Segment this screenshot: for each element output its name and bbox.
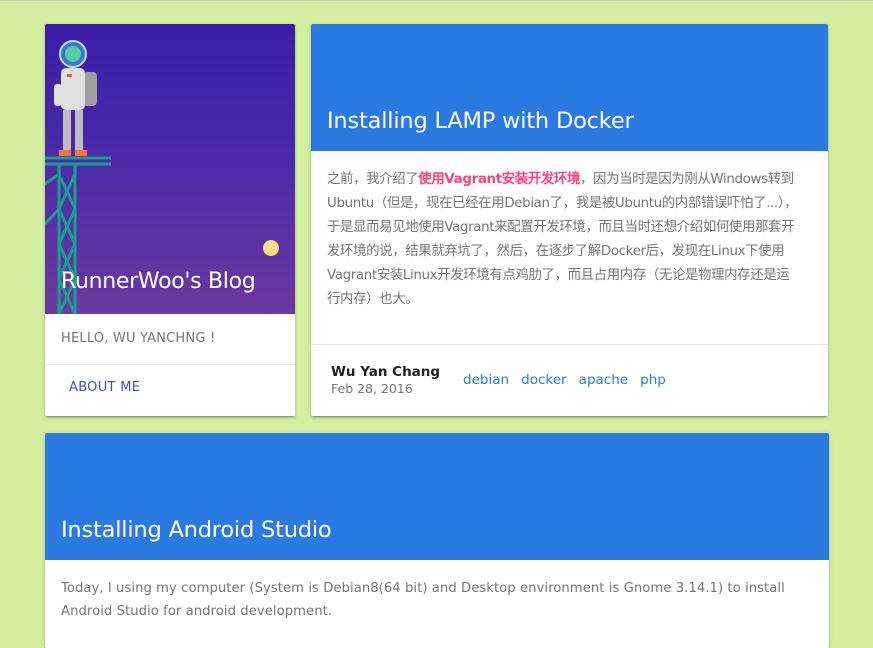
tag-list: debian docker apache php [463, 369, 673, 388]
divider [311, 344, 828, 345]
about-me-button[interactable]: ABOUT ME [61, 374, 148, 401]
tag-apache[interactable]: apache [579, 372, 628, 388]
tag-debian[interactable]: debian [463, 372, 509, 388]
post-date: Feb 28, 2016 [331, 381, 413, 396]
profile-greeting: HELLO, WU YANCHNG ! [61, 331, 216, 346]
divider [45, 364, 295, 365]
post-title-link[interactable]: Installing Android Studio [61, 517, 332, 543]
post-header: Installing LAMP with Docker [311, 24, 828, 151]
post-card-lamp: Installing LAMP with Docker 之前，我介绍了使用Vag… [311, 24, 828, 416]
post-card-android: Installing Android Studio Today, I using… [45, 433, 829, 648]
excerpt-text-before: 之前，我介绍了 [327, 172, 419, 187]
excerpt-text-after: ，因为当时是因为刚从Windows转到Ubuntu（但是，现在已经在用Debia… [327, 172, 798, 307]
post-excerpt: 之前，我介绍了使用Vagrant安装开发环境，因为当时是因为刚从Windows转… [327, 168, 799, 312]
blog-title: RunnerWoo's Blog [61, 269, 256, 294]
tag-docker[interactable]: docker [521, 372, 566, 388]
post-title-link[interactable]: Installing LAMP with Docker [327, 108, 634, 134]
astronaut-illustration: RunnerWoo's Blog [45, 24, 295, 314]
post-header: Installing Android Studio [45, 433, 829, 560]
tag-php[interactable]: php [640, 372, 666, 388]
author-name: Wu Yan Chang [331, 364, 441, 380]
vagrant-article-link[interactable]: 使用Vagrant安装开发环境 [418, 172, 580, 187]
profile-card: RunnerWoo's Blog HELLO, WU YANCHNG ! ABO… [45, 24, 295, 416]
post-excerpt: Today, I using my computer (System is De… [61, 581, 785, 619]
